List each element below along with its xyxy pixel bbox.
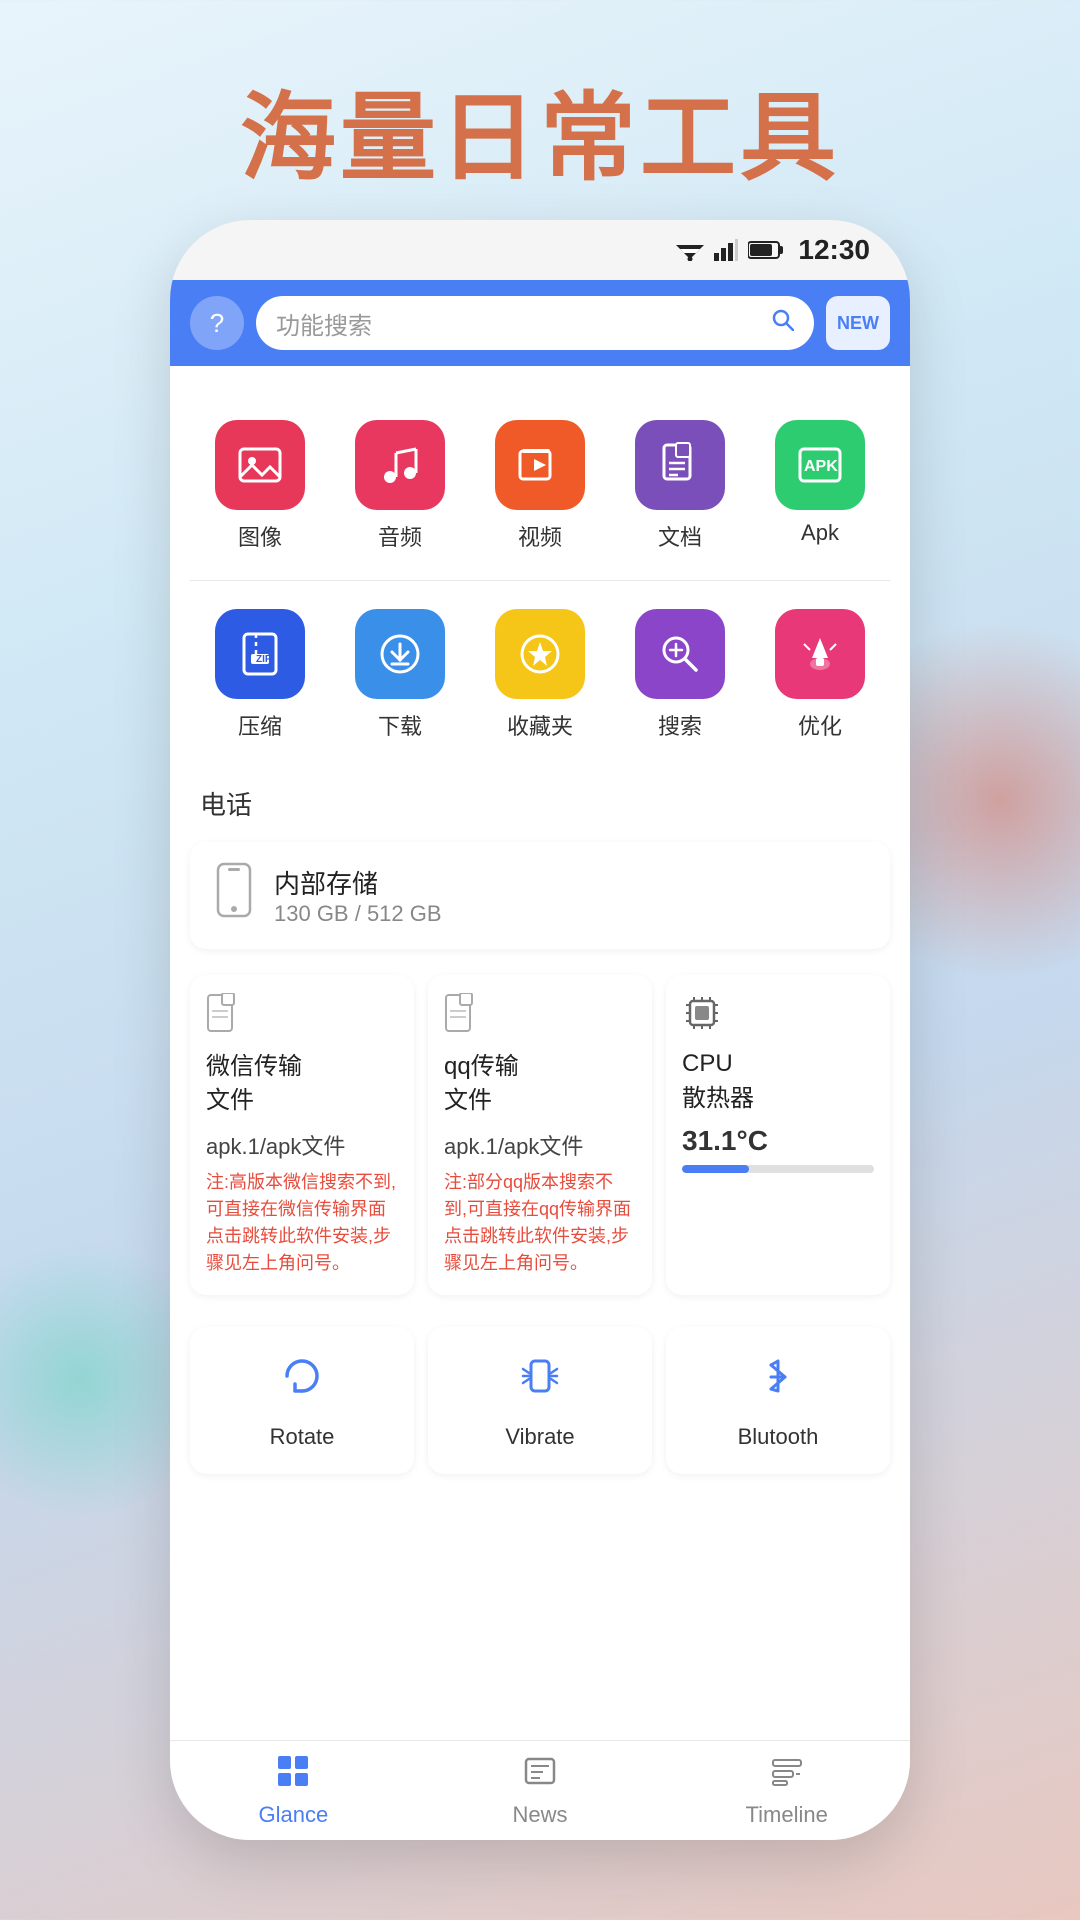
tool-label-bluetooth: Blutooth	[738, 1424, 819, 1450]
icon-item-doc[interactable]: 文档	[610, 406, 750, 566]
news-icon	[523, 1754, 557, 1796]
qq-file-icon	[444, 993, 636, 1042]
cpu-bar-fill	[682, 1165, 749, 1173]
status-bar: 12:30	[170, 220, 910, 280]
tool-label-rotate: Rotate	[270, 1424, 335, 1450]
tools-row: Rotate Vibrate	[170, 1311, 910, 1490]
phone-shell: 12:30 ? 功能搜索 NEW	[170, 220, 910, 1840]
icon-item-search[interactable]: 搜索	[610, 595, 750, 755]
icon-item-optimize[interactable]: 优化	[750, 595, 890, 755]
glance-icon	[276, 1754, 310, 1796]
icon-grid-row1: 图像 音频	[170, 396, 910, 576]
new-badge[interactable]: NEW	[826, 296, 890, 350]
nav-label-news: News	[513, 1802, 568, 1828]
nav-item-news[interactable]: News	[417, 1741, 664, 1840]
storage-size: 130 GB / 512 GB	[274, 901, 442, 927]
icon-box-doc	[635, 420, 725, 510]
storage-card[interactable]: 内部存储 130 GB / 512 GB	[190, 842, 890, 949]
icon-item-download[interactable]: 下载	[330, 595, 470, 755]
icon-label-zip: 压缩	[238, 709, 282, 741]
icon-box-audio	[355, 420, 445, 510]
scroll-content[interactable]: 图像 音频	[170, 366, 910, 1740]
section-label-phone: 电话	[170, 765, 910, 832]
bluetooth-icon	[753, 1351, 803, 1412]
icon-box-optimize	[775, 609, 865, 699]
nav-item-timeline[interactable]: Timeline	[663, 1741, 910, 1840]
cpu-card[interactable]: CPU散热器 31.1°C	[666, 975, 890, 1295]
icon-grid-row2: ZIP 压缩 下载	[170, 585, 910, 765]
search-bar[interactable]: 功能搜索	[256, 296, 814, 350]
icon-item-image[interactable]: 图像	[190, 406, 330, 566]
quick-cards: 微信传输文件 apk.1/apk文件 注:高版本微信搜索不到,可直接在微信传输界…	[170, 959, 910, 1311]
storage-name: 内部存储	[274, 864, 442, 901]
cpu-temp: 31.1°C	[682, 1125, 874, 1157]
icon-label-audio: 音频	[378, 520, 422, 552]
icon-box-apk: APK	[775, 420, 865, 510]
nav-label-timeline: Timeline	[746, 1802, 828, 1828]
icon-item-zip[interactable]: ZIP 压缩	[190, 595, 330, 755]
icon-box-favorites	[495, 609, 585, 699]
wechat-file-icon	[206, 993, 398, 1042]
tool-card-vibrate[interactable]: Vibrate	[428, 1327, 652, 1474]
icon-box-video	[495, 420, 585, 510]
status-icons	[676, 239, 784, 261]
quick-card-wechat[interactable]: 微信传输文件 apk.1/apk文件 注:高版本微信搜索不到,可直接在微信传输界…	[190, 975, 414, 1295]
svg-text:ZIP: ZIP	[256, 654, 272, 665]
icon-item-apk[interactable]: APK Apk	[750, 406, 890, 566]
app-screen: ? 功能搜索 NEW	[170, 280, 910, 1840]
icon-item-video[interactable]: 视频	[470, 406, 610, 566]
icon-label-image: 图像	[238, 520, 282, 552]
search-icon[interactable]	[772, 309, 794, 338]
cpu-title: CPU散热器	[682, 1050, 874, 1113]
nav-label-glance: Glance	[258, 1802, 328, 1828]
icon-item-favorites[interactable]: 收藏夹	[470, 595, 610, 755]
icon-item-audio[interactable]: 音频	[330, 406, 470, 566]
storage-phone-icon	[214, 862, 254, 929]
status-time: 12:30	[798, 234, 870, 266]
icon-box-image	[215, 420, 305, 510]
storage-info: 内部存储 130 GB / 512 GB	[274, 864, 442, 927]
divider-1	[190, 580, 890, 581]
wechat-card-note: 注:高版本微信搜索不到,可直接在微信传输界面点击跳转此软件安装,步骤见左上角问号…	[206, 1169, 398, 1277]
qq-file-type: apk.1/apk文件	[444, 1129, 636, 1161]
signal-icon	[714, 239, 738, 261]
icon-box-search	[635, 609, 725, 699]
icon-label-apk: Apk	[801, 520, 839, 546]
wechat-card-title: 微信传输文件	[206, 1050, 398, 1117]
bottom-nav: Glance News	[170, 1740, 910, 1840]
icon-label-search: 搜索	[658, 709, 702, 741]
timeline-icon	[770, 1754, 804, 1796]
tool-card-bluetooth[interactable]: Blutooth	[666, 1327, 890, 1474]
icon-label-favorites: 收藏夹	[507, 709, 573, 741]
tool-card-rotate[interactable]: Rotate	[190, 1327, 414, 1474]
cpu-bar	[682, 1165, 874, 1173]
svg-text:APK: APK	[804, 458, 838, 475]
vibrate-icon	[515, 1351, 565, 1412]
icon-box-zip: ZIP	[215, 609, 305, 699]
page-title: 海量日常工具	[0, 0, 1080, 239]
icon-box-download	[355, 609, 445, 699]
quick-card-qq[interactable]: qq传输文件 apk.1/apk文件 注:部分qq版本搜索不到,可直接在qq传输…	[428, 975, 652, 1295]
nav-item-glance[interactable]: Glance	[170, 1741, 417, 1840]
wechat-file-type: apk.1/apk文件	[206, 1129, 398, 1161]
cpu-icon	[682, 993, 874, 1042]
qq-card-note: 注:部分qq版本搜索不到,可直接在qq传输界面点击跳转此软件安装,步骤见左上角问…	[444, 1169, 636, 1277]
icon-label-doc: 文档	[658, 520, 702, 552]
rotate-icon	[277, 1351, 327, 1412]
icon-label-optimize: 优化	[798, 709, 842, 741]
tool-label-vibrate: Vibrate	[505, 1424, 574, 1450]
qq-card-title: qq传输文件	[444, 1050, 636, 1117]
icon-label-video: 视频	[518, 520, 562, 552]
icon-label-download: 下载	[378, 709, 422, 741]
top-bar: ? 功能搜索 NEW	[170, 280, 910, 366]
search-placeholder: 功能搜索	[276, 306, 762, 341]
help-button[interactable]: ?	[190, 296, 244, 350]
battery-icon	[748, 240, 784, 260]
new-badge-text: NEW	[837, 314, 879, 332]
wifi-icon	[676, 239, 704, 261]
